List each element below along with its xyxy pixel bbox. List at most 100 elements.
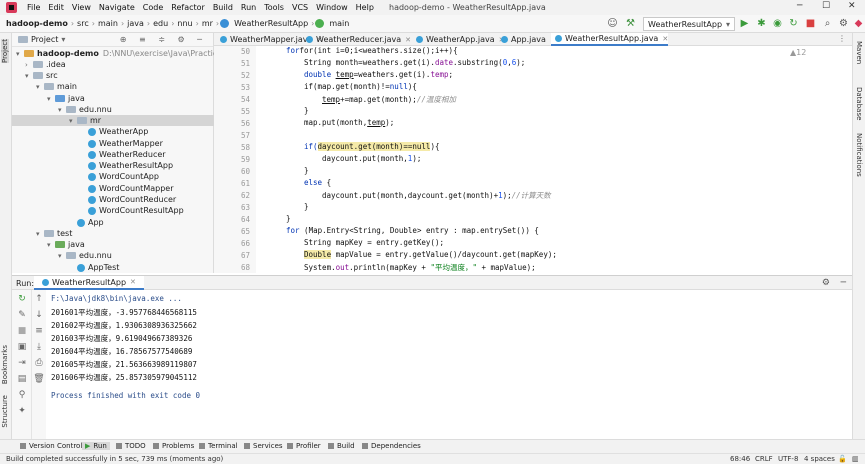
- menu-vcs[interactable]: VCS: [288, 3, 312, 12]
- wrench-icon[interactable]: ✎: [16, 310, 28, 320]
- line-number[interactable]: 55: [214, 107, 250, 116]
- tab-app[interactable]: App.java✕: [497, 33, 556, 46]
- caret-position[interactable]: 68:46: [730, 455, 750, 463]
- pin-tab-icon[interactable]: ✦: [16, 406, 28, 416]
- menu-view[interactable]: View: [68, 3, 95, 12]
- tree-node-test-edu-nnu[interactable]: ▾ edu.nnu: [58, 250, 112, 261]
- indent-setting[interactable]: 4 spaces: [804, 455, 835, 463]
- line-number[interactable]: 65: [214, 227, 250, 236]
- breadcrumb-class[interactable]: WeatherResultApp: [232, 19, 310, 28]
- line-number[interactable]: 57: [214, 131, 250, 140]
- tool-tab-notifications[interactable]: Notifications: [855, 133, 863, 177]
- line-number[interactable]: 53: [214, 83, 250, 92]
- line-number[interactable]: 61: [214, 179, 250, 188]
- console-output[interactable]: F:\Java\jdk8\bin\java.exe ... 201601平均温度…: [46, 290, 852, 439]
- tool-tab-profiler[interactable]: Profiler: [287, 442, 321, 450]
- run-icon[interactable]: ▶: [739, 18, 750, 29]
- coverage-icon[interactable]: ◉: [772, 18, 783, 29]
- tree-node-edu-nnu[interactable]: ▾ edu.nnu: [58, 104, 112, 115]
- tab-weatherreducer[interactable]: WeatherReducer.java ✕: [302, 33, 411, 46]
- close-icon[interactable]: ✕: [848, 1, 856, 11]
- tree-node-class[interactable]: WeatherReducer: [88, 149, 166, 160]
- tree-node-class[interactable]: WeatherResultApp: [88, 160, 173, 171]
- tool-tab-dependencies[interactable]: Dependencies: [362, 442, 421, 450]
- menu-tools[interactable]: Tools: [260, 3, 288, 12]
- breadcrumb-nnu[interactable]: nnu: [175, 19, 194, 28]
- tool-tab-todo[interactable]: TODO: [116, 442, 146, 450]
- close-tab-icon[interactable]: ✕: [405, 36, 411, 44]
- arrow-down-icon[interactable]: ↓: [33, 310, 45, 320]
- run-configuration-select[interactable]: WeatherResultApp ▾: [643, 17, 735, 31]
- ide-logo-icon[interactable]: ◆: [853, 18, 864, 29]
- tab-menu-icon[interactable]: ⋮: [838, 34, 846, 43]
- tree-node-test[interactable]: ▾ test: [36, 228, 72, 239]
- exit-icon[interactable]: ⇥: [16, 358, 28, 368]
- menu-file[interactable]: File: [23, 3, 44, 12]
- tree-node-main[interactable]: ▾ main: [36, 81, 77, 92]
- tool-tab-database[interactable]: Database: [855, 87, 863, 120]
- tree-node-class[interactable]: WordCountResultApp: [88, 205, 184, 216]
- minimize-icon[interactable]: ─: [797, 1, 802, 11]
- tool-tab-problems[interactable]: Problems: [153, 442, 194, 450]
- menu-window[interactable]: Window: [312, 3, 352, 12]
- stop-icon[interactable]: ■: [16, 326, 28, 336]
- code-editor[interactable]: forfor(int i=0;i<weathers.size();i++){ S…: [256, 46, 852, 273]
- breadcrumb-src[interactable]: src: [75, 19, 91, 28]
- rerun-icon[interactable]: ↻: [16, 294, 28, 304]
- tool-tab-version-control[interactable]: Version Control: [20, 442, 82, 450]
- tree-node-java[interactable]: ▾ java: [47, 93, 85, 104]
- print-icon[interactable]: ⎙: [33, 358, 45, 368]
- line-number[interactable]: 60: [214, 167, 250, 176]
- search-icon[interactable]: ⌕: [822, 18, 833, 29]
- line-number[interactable]: 68: [214, 263, 250, 272]
- line-number[interactable]: 52: [214, 71, 250, 80]
- chevron-down-icon[interactable]: ▾: [61, 35, 65, 44]
- scroll-to-end-icon[interactable]: ⤓: [33, 342, 45, 352]
- tool-tab-run[interactable]: ▶ Run: [82, 442, 110, 450]
- breadcrumb-project[interactable]: hadoop-demo: [4, 19, 70, 28]
- menu-build[interactable]: Build: [209, 3, 237, 12]
- line-number[interactable]: 59: [214, 155, 250, 164]
- breadcrumb-method[interactable]: main: [327, 19, 351, 28]
- menu-help[interactable]: Help: [352, 3, 378, 12]
- tool-tab-maven[interactable]: Maven: [855, 41, 863, 64]
- profile-icon[interactable]: ☺: [607, 18, 618, 29]
- stop-icon[interactable]: ■: [805, 18, 816, 29]
- menu-refactor[interactable]: Refactor: [167, 3, 209, 12]
- panel-header-icons[interactable]: ⊕ ≡ ≑ ⚙ ─: [120, 35, 207, 44]
- run-tab[interactable]: WeatherResultApp ✕: [34, 276, 144, 290]
- tree-node-class[interactable]: App: [77, 217, 104, 228]
- memory-indicator-icon[interactable]: ▥: [852, 455, 859, 463]
- tree-node-mr[interactable]: ▾ mr: [69, 115, 101, 126]
- tree-node-apptest[interactable]: AppTest: [77, 262, 119, 273]
- file-encoding[interactable]: UTF-8: [778, 455, 798, 463]
- line-number[interactable]: 62: [214, 191, 250, 200]
- pin-icon[interactable]: ⚲: [16, 390, 28, 400]
- arrow-up-icon[interactable]: ↑: [33, 294, 45, 304]
- camera-icon[interactable]: ▣: [16, 342, 28, 352]
- tree-node-idea[interactable]: › .idea: [25, 59, 66, 70]
- tree-node-class[interactable]: WordCountReducer: [88, 194, 176, 205]
- tool-tab-bookmarks[interactable]: Bookmarks: [1, 345, 9, 384]
- tree-node-class[interactable]: WeatherMapper: [88, 138, 163, 149]
- close-tab-icon[interactable]: ✕: [130, 278, 136, 286]
- line-number[interactable]: 51: [214, 59, 250, 68]
- line-separator[interactable]: CRLF: [755, 455, 773, 463]
- menu-navigate[interactable]: Navigate: [95, 3, 139, 12]
- tool-tab-services[interactable]: Services: [244, 442, 283, 450]
- project-panel-title[interactable]: Project: [31, 35, 58, 44]
- breadcrumb-main[interactable]: main: [96, 19, 120, 28]
- inspection-warnings-badge[interactable]: ▲12: [790, 48, 806, 57]
- tool-tab-terminal[interactable]: Terminal: [199, 442, 238, 450]
- tree-node-class[interactable]: WordCountApp: [88, 171, 159, 182]
- line-number[interactable]: 54: [214, 95, 250, 104]
- soft-wrap-icon[interactable]: ≡: [33, 326, 45, 336]
- trash-icon[interactable]: 🗑: [33, 374, 45, 384]
- tree-node-test-java[interactable]: ▾ java: [47, 239, 85, 250]
- breadcrumb-mr[interactable]: mr: [200, 19, 215, 28]
- tool-tab-project[interactable]: Project: [1, 39, 9, 63]
- debug-icon[interactable]: ✱: [756, 18, 767, 29]
- line-number[interactable]: 56: [214, 119, 250, 128]
- line-number[interactable]: 67: [214, 251, 250, 260]
- settings-icon[interactable]: ⚙: [822, 278, 830, 288]
